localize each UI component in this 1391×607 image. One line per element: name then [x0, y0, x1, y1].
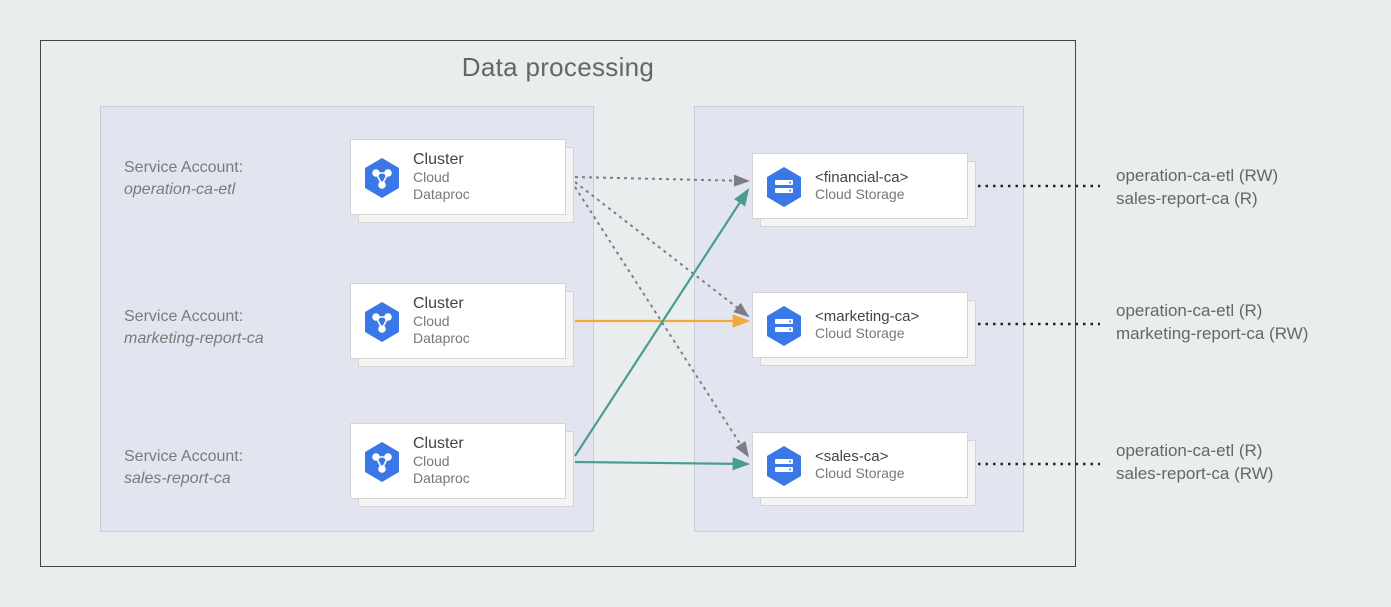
storage-card-1: <financial-ca> Cloud Storage — [752, 153, 968, 219]
card-text: Cluster Cloud Dataproc — [413, 151, 470, 204]
storage-icon — [763, 304, 805, 346]
permissions-3: operation-ca-etl (R) sales-report-ca (RW… — [1116, 440, 1273, 486]
perm-line: operation-ca-etl (R) — [1116, 300, 1308, 323]
permissions-1: operation-ca-etl (RW) sales-report-ca (R… — [1116, 165, 1278, 211]
cluster-card-1: Cluster Cloud Dataproc — [350, 139, 566, 215]
permissions-2: operation-ca-etl (R) marketing-report-ca… — [1116, 300, 1308, 346]
card-title: Cluster — [413, 295, 470, 313]
card-subline-2: Dataproc — [413, 330, 470, 348]
card-subline-1: Cloud — [413, 169, 470, 187]
perm-line: operation-ca-etl (RW) — [1116, 165, 1278, 188]
card-subline-1: Cloud — [413, 313, 470, 331]
card-title: <sales-ca> — [815, 448, 905, 465]
cluster-card-3: Cluster Cloud Dataproc — [350, 423, 566, 499]
sa-label-name: sales-report-ca — [124, 468, 243, 490]
dataproc-icon — [361, 300, 403, 342]
card-text: Cluster Cloud Dataproc — [413, 295, 470, 348]
cluster-card-2: Cluster Cloud Dataproc — [350, 283, 566, 359]
perm-line: sales-report-ca (RW) — [1116, 463, 1273, 486]
card-subline-2: Dataproc — [413, 470, 470, 488]
storage-icon — [763, 165, 805, 207]
dataproc-icon — [361, 440, 403, 482]
card-subline-2: Dataproc — [413, 186, 470, 204]
card-subline: Cloud Storage — [815, 465, 905, 483]
storage-card-2: <marketing-ca> Cloud Storage — [752, 292, 968, 358]
service-account-3: Service Account: sales-report-ca — [124, 446, 243, 491]
sa-label-name: operation-ca-etl — [124, 179, 243, 201]
diagram-title: Data processing — [40, 52, 1076, 83]
card-text: <marketing-ca> Cloud Storage — [815, 308, 919, 343]
card-text: Cluster Cloud Dataproc — [413, 435, 470, 488]
card-text: <sales-ca> Cloud Storage — [815, 448, 905, 483]
storage-card-3: <sales-ca> Cloud Storage — [752, 432, 968, 498]
perm-line: marketing-report-ca (RW) — [1116, 323, 1308, 346]
sa-label-prefix: Service Account: — [124, 157, 243, 179]
sa-label-name: marketing-report-ca — [124, 328, 264, 350]
card-title: <marketing-ca> — [815, 308, 919, 325]
card-title: <financial-ca> — [815, 169, 908, 186]
card-subline-1: Cloud — [413, 453, 470, 471]
service-account-2: Service Account: marketing-report-ca — [124, 306, 264, 351]
sa-label-prefix: Service Account: — [124, 306, 264, 328]
card-title: Cluster — [413, 151, 470, 169]
storage-icon — [763, 444, 805, 486]
card-text: <financial-ca> Cloud Storage — [815, 169, 908, 204]
service-account-1: Service Account: operation-ca-etl — [124, 157, 243, 202]
dataproc-icon — [361, 156, 403, 198]
sa-label-prefix: Service Account: — [124, 446, 243, 468]
perm-line: sales-report-ca (R) — [1116, 188, 1278, 211]
card-title: Cluster — [413, 435, 470, 453]
perm-line: operation-ca-etl (R) — [1116, 440, 1273, 463]
card-subline: Cloud Storage — [815, 325, 919, 343]
card-subline: Cloud Storage — [815, 186, 908, 204]
